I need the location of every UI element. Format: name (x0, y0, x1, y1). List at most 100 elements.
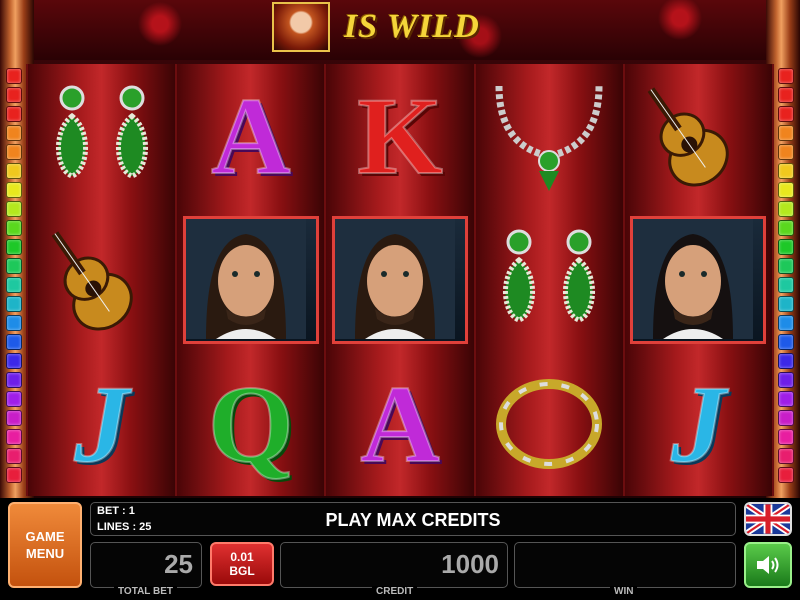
reel-2: AQ (177, 64, 325, 496)
reel-4 (475, 64, 623, 496)
payline-indicator (6, 220, 22, 236)
payline-indicator (778, 315, 794, 331)
paylines-indicator-right (778, 68, 794, 483)
letter-a-symbol: A (359, 363, 440, 485)
payline-indicator (778, 448, 794, 464)
denom-value: 0.01 (230, 550, 254, 564)
paylines-indicator-left (6, 68, 22, 483)
reel-cell (625, 208, 772, 352)
reel-cell: J (625, 352, 772, 496)
payline-indicator (6, 277, 22, 293)
payline-indicator (6, 106, 22, 122)
tambourine-icon (496, 379, 603, 469)
letter-a-symbol: A (210, 75, 291, 197)
wild-banner-text: IS WILD (344, 8, 480, 45)
payline-indicator (6, 239, 22, 255)
reel-cell: J (28, 352, 175, 496)
payline-indicator (778, 68, 794, 84)
payline-indicator (6, 201, 22, 217)
total-bet-label: TOTAL BET (114, 586, 177, 597)
payline-indicator (6, 125, 22, 141)
payline-indicator (778, 201, 794, 217)
payline-indicator (6, 68, 22, 84)
speaker-icon (757, 556, 779, 574)
matador-portrait-symbol (630, 216, 767, 344)
reel-cell: A (326, 352, 473, 496)
info-bar: BET : 1 LINES : 25 PLAY MAX CREDITS (90, 502, 736, 536)
payline-indicator (778, 258, 794, 274)
payline-indicator (778, 410, 794, 426)
man-portrait-symbol (182, 216, 319, 344)
payline-indicator (778, 220, 794, 236)
win-display (514, 542, 736, 588)
payline-indicator (6, 429, 22, 445)
reel-cell: Q (177, 352, 324, 496)
payline-indicator (6, 334, 22, 350)
payline-indicator (778, 353, 794, 369)
payline-indicator (778, 391, 794, 407)
payline-indicator (778, 296, 794, 312)
payline-indicator (6, 353, 22, 369)
man-portrait-icon (335, 219, 455, 339)
matador-portrait-icon (633, 219, 754, 339)
reel-1: J (28, 64, 176, 496)
guitar-icon (648, 87, 730, 187)
reel-5: J (624, 64, 773, 496)
payline-indicator (778, 125, 794, 141)
reel-cell (476, 64, 623, 208)
letter-j-symbol: J (73, 363, 130, 485)
reels-area: JAQKAJ (26, 64, 774, 496)
payline-indicator (778, 163, 794, 179)
denom-currency: BGL (229, 564, 255, 578)
reel-cell (476, 352, 623, 496)
payline-indicator (6, 144, 22, 160)
control-panel: GAME MENU BET : 1 LINES : 25 PLAY MAX CR… (0, 498, 800, 600)
reel-cell (326, 208, 473, 352)
payline-indicator (6, 258, 22, 274)
total-bet-display: 25 (90, 542, 202, 588)
man-portrait-symbol (332, 216, 468, 344)
payline-indicator (6, 163, 22, 179)
payline-indicator (778, 182, 794, 198)
status-message: PLAY MAX CREDITS (325, 510, 501, 530)
denomination-button[interactable]: 0.01 BGL (210, 542, 274, 586)
payline-indicator (778, 277, 794, 293)
payline-indicator (778, 239, 794, 255)
reel-cell (28, 64, 175, 208)
payline-indicator (778, 144, 794, 160)
payline-indicator (6, 372, 22, 388)
earrings-icon (55, 85, 148, 179)
menu-label-line2: MENU (25, 546, 65, 561)
win-label: WIN (610, 586, 638, 597)
sound-button[interactable] (744, 542, 792, 588)
letter-j-symbol: J (670, 363, 727, 485)
earrings-icon (503, 229, 596, 323)
payline-indicator (6, 391, 22, 407)
credit-label: CREDIT (372, 586, 418, 597)
payline-indicator (778, 429, 794, 445)
reel-cell (177, 208, 324, 352)
slot-game: IS WILD JAQKAJ GAME MENU BET : 1 LINES :… (0, 0, 800, 600)
payline-indicator (6, 296, 22, 312)
payline-indicator (6, 182, 22, 198)
uk-flag-icon (746, 504, 790, 534)
reel-cell: A (177, 64, 324, 208)
reel-cell: K (326, 64, 473, 208)
payline-indicator (778, 372, 794, 388)
payline-indicator (778, 467, 794, 483)
payline-indicator (778, 106, 794, 122)
necklace-icon (495, 85, 603, 191)
payline-indicator (778, 87, 794, 103)
letter-q-symbol: Q (207, 363, 295, 485)
wild-symbol-portrait (272, 2, 330, 52)
reel-cell (28, 208, 175, 352)
payline-indicator (6, 467, 22, 483)
credit-display: 1000 (280, 542, 508, 588)
payline-indicator (6, 448, 22, 464)
language-flag-button[interactable] (744, 502, 792, 536)
game-menu-button[interactable]: GAME MENU (8, 502, 82, 588)
reel-3: KA (326, 64, 474, 496)
reel-cell (476, 208, 623, 352)
payline-indicator (6, 315, 22, 331)
reel-cell (625, 64, 772, 208)
